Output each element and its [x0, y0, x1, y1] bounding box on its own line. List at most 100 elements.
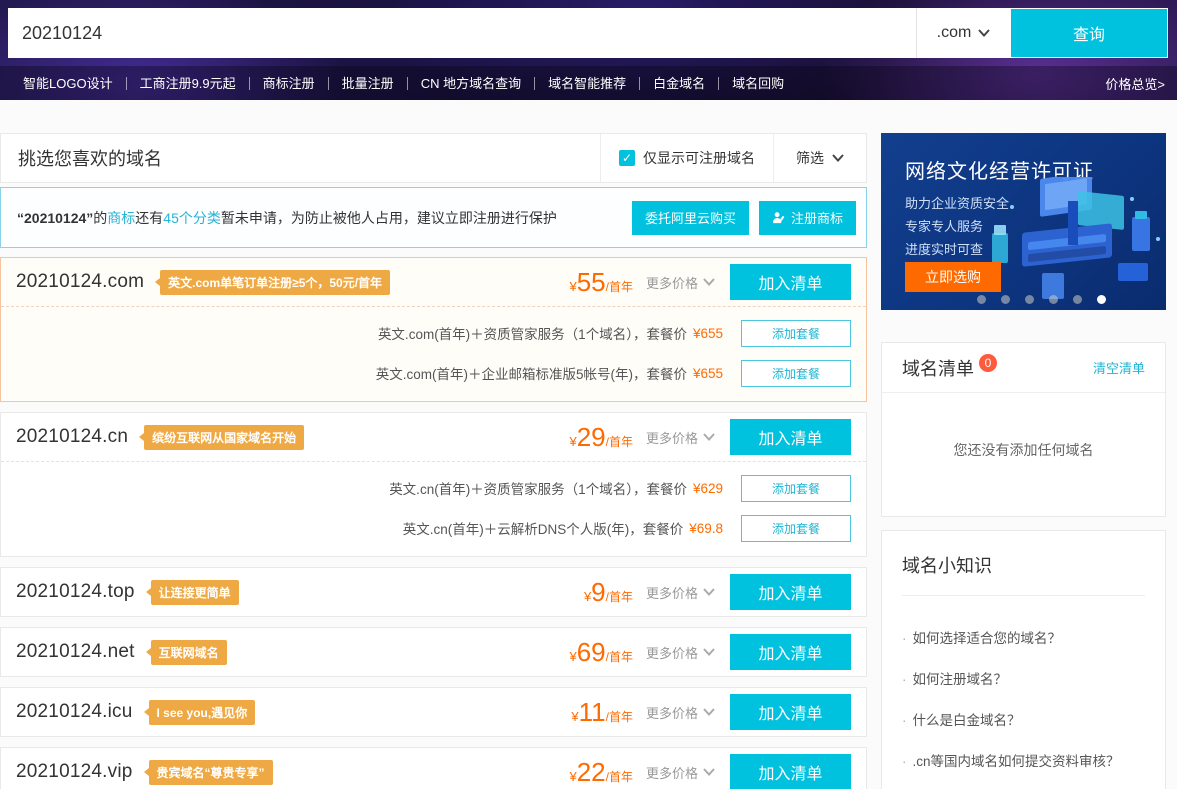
- knowledge-link[interactable]: ·.cn等国内域名如何提交资料审核？: [902, 750, 1145, 770]
- domain-name: 20210124.icu: [16, 701, 133, 723]
- entrust-aliyun-buy-button[interactable]: 委托阿里云购买: [632, 201, 749, 235]
- package-row: 英文.cn(首年)＋云解析DNS个人版(年)，套餐价 ¥69.8 添加套餐: [1, 508, 866, 548]
- more-prices-toggle[interactable]: 更多价格: [646, 273, 715, 292]
- knowledge-link[interactable]: ·如何注册域名？: [902, 668, 1145, 688]
- add-package-button[interactable]: 添加套餐: [741, 360, 851, 387]
- domain-promo-badge: 英文.com单笔订单注册≥5个，50元/首年: [160, 270, 390, 295]
- chevron-down-icon: [703, 278, 715, 286]
- carousel-dot[interactable]: [1001, 295, 1010, 304]
- carousel-dot[interactable]: [977, 295, 986, 304]
- domain-search-bar: .com 查询: [8, 8, 1168, 58]
- nav-item[interactable]: 工商注册9.9元起: [127, 77, 250, 90]
- knowledge-link[interactable]: ·什么是白金域名？: [902, 709, 1145, 729]
- price-overview-link[interactable]: 价格总览>: [1105, 74, 1167, 93]
- domain-name: 20210124.top: [16, 581, 135, 603]
- chevron-down-icon: [832, 154, 844, 162]
- promo-banner[interactable]: 网络文化经营许可证 助力企业资质安全专家专人服务进度实时可查 立即选购: [881, 133, 1166, 310]
- tld-select[interactable]: .com: [916, 8, 1010, 58]
- domain-price: ¥29/首年: [569, 422, 633, 453]
- checkbox-checked-icon[interactable]: ✓: [619, 150, 635, 166]
- carousel-dot[interactable]: [1097, 295, 1106, 304]
- add-to-cart-button[interactable]: 加入清单: [730, 574, 851, 610]
- domain-row: 20210124.com 英文.com单笔订单注册≥5个，50元/首年 ¥55/…: [0, 257, 867, 402]
- domain-promo-badge: 互联网域名: [151, 640, 227, 665]
- add-package-button[interactable]: 添加套餐: [741, 515, 851, 542]
- package-description: 英文.cn(首年)＋云解析DNS个人版(年)，套餐价: [403, 518, 684, 538]
- add-to-cart-button[interactable]: 加入清单: [730, 694, 851, 730]
- domain-price: ¥22/首年: [569, 757, 633, 788]
- domain-search-input[interactable]: [8, 8, 916, 58]
- package-price: ¥655: [693, 366, 723, 381]
- domain-knowledge-panel: 域名小知识 ·如何选择适合您的域名？ ·如何注册域名？ ·什么是白金域名？ ·.cn等…: [881, 530, 1166, 789]
- package-row: 英文.cn(首年)＋资质管家服务（1个域名），套餐价 ¥629 添加套餐: [1, 468, 866, 508]
- more-prices-toggle[interactable]: 更多价格: [646, 763, 715, 782]
- package-price: ¥655: [693, 326, 723, 341]
- package-description: 英文.com(首年)＋资质管家服务（1个域名），套餐价: [378, 323, 687, 343]
- trademark-notice-text: “20210124”的商标还有45个分类暂未申请，为防止被他人占用，建议立即注册…: [17, 208, 557, 228]
- register-trademark-button[interactable]: 注册商标: [759, 201, 856, 235]
- clear-cart-link[interactable]: 清空清单: [1093, 358, 1145, 377]
- trademark-link[interactable]: 商标: [107, 210, 135, 226]
- trademark-classes-link[interactable]: 45个分类: [163, 210, 221, 226]
- domain-results-list: 20210124.com 英文.com单笔订单注册≥5个，50元/首年 ¥55/…: [0, 257, 867, 789]
- domain-promo-badge: 缤纷互联网从国家域名开始: [144, 425, 304, 450]
- package-price: ¥629: [693, 481, 723, 496]
- carousel-dot[interactable]: [1025, 295, 1034, 304]
- sidebar: 网络文化经营许可证 助力企业资质安全专家专人服务进度实时可查 立即选购 域名清单…: [881, 133, 1166, 789]
- add-to-cart-button[interactable]: 加入清单: [730, 419, 851, 455]
- more-prices-toggle[interactable]: 更多价格: [646, 703, 715, 722]
- carousel-dots: [977, 295, 1106, 304]
- domain-promo-badge: 让连接更简单: [151, 580, 239, 605]
- filter-dropdown[interactable]: 筛选: [773, 134, 866, 182]
- cart-title: 域名清单: [902, 355, 974, 381]
- add-to-cart-button[interactable]: 加入清单: [730, 264, 851, 300]
- domain-row: 20210124.net 互联网域名 ¥69/首年 更多价格 加入清单: [0, 627, 867, 677]
- chevron-down-icon: [703, 648, 715, 656]
- registrable-only-checkbox[interactable]: ✓ 仅显示可注册域名: [600, 134, 773, 182]
- carousel-dot[interactable]: [1049, 295, 1058, 304]
- domain-name: 20210124.net: [16, 641, 135, 663]
- add-package-button[interactable]: 添加套餐: [741, 320, 851, 347]
- add-package-button[interactable]: 添加套餐: [741, 475, 851, 502]
- search-button[interactable]: 查询: [1011, 9, 1167, 57]
- banner-cta-button[interactable]: 立即选购: [905, 262, 1001, 292]
- domain-cart-panel: 域名清单 0 清空清单 您还没有添加任何域名: [881, 342, 1166, 517]
- package-description: 英文.com(首年)＋企业邮箱标准版5帐号(年)，套餐价: [376, 363, 687, 383]
- add-to-cart-button[interactable]: 加入清单: [730, 754, 851, 789]
- more-prices-toggle[interactable]: 更多价格: [646, 428, 715, 447]
- hero-banner: .com 查询 智能LOGO设计工商注册9.9元起商标注册批量注册CN 地方域名…: [0, 0, 1177, 100]
- package-row: 英文.com(首年)＋资质管家服务（1个域名），套餐价 ¥655 添加套餐: [1, 313, 866, 353]
- domain-promo-badge: 贵宾域名“尊贵专享”: [149, 760, 273, 785]
- domain-price: ¥69/首年: [569, 637, 633, 668]
- domain-price: ¥11/首年: [571, 697, 633, 728]
- domain-row: 20210124.top 让连接更简单 ¥9/首年 更多价格 加入清单: [0, 567, 867, 617]
- nav-item[interactable]: 商标注册: [250, 77, 329, 90]
- chevron-down-icon: [703, 768, 715, 776]
- trademark-notice: “20210124”的商标还有45个分类暂未申请，为防止被他人占用，建议立即注册…: [0, 187, 867, 248]
- checkbox-label: 仅显示可注册域名: [643, 148, 755, 168]
- nav-item[interactable]: 批量注册: [329, 77, 408, 90]
- chevron-down-icon: [703, 433, 715, 441]
- bullet-dot: ·: [902, 672, 907, 687]
- knowledge-link[interactable]: ·如何选择适合您的域名？: [902, 627, 1145, 647]
- domain-promo-badge: I see you,遇见你: [149, 700, 256, 725]
- more-prices-toggle[interactable]: 更多价格: [646, 643, 715, 662]
- nav-item[interactable]: 智能LOGO设计: [10, 77, 127, 90]
- package-description: 英文.cn(首年)＋资质管家服务（1个域名），套餐价: [389, 478, 687, 498]
- chevron-down-icon: [703, 708, 715, 716]
- bullet-dot: ·: [902, 754, 907, 769]
- domain-name: 20210124.com: [16, 271, 144, 293]
- domain-row: 20210124.cn 缤纷互联网从国家域名开始 ¥29/首年 更多价格 加入清…: [0, 412, 867, 557]
- knowledge-title: 域名小知识: [902, 552, 1145, 578]
- nav-item[interactable]: 域名智能推荐: [535, 77, 640, 90]
- more-prices-toggle[interactable]: 更多价格: [646, 583, 715, 602]
- nav-item[interactable]: 域名回购: [719, 77, 797, 90]
- carousel-dot[interactable]: [1073, 295, 1082, 304]
- cart-count-badge: 0: [979, 354, 997, 372]
- nav-item[interactable]: 白金域名: [640, 77, 719, 90]
- nav-item[interactable]: CN 地方域名查询: [408, 77, 535, 90]
- page-title: 挑选您喜欢的域名: [1, 145, 162, 171]
- domain-row: 20210124.icu I see you,遇见你 ¥11/首年 更多价格 加…: [0, 687, 867, 737]
- add-to-cart-button[interactable]: 加入清单: [730, 634, 851, 670]
- bullet-dot: ·: [902, 713, 907, 728]
